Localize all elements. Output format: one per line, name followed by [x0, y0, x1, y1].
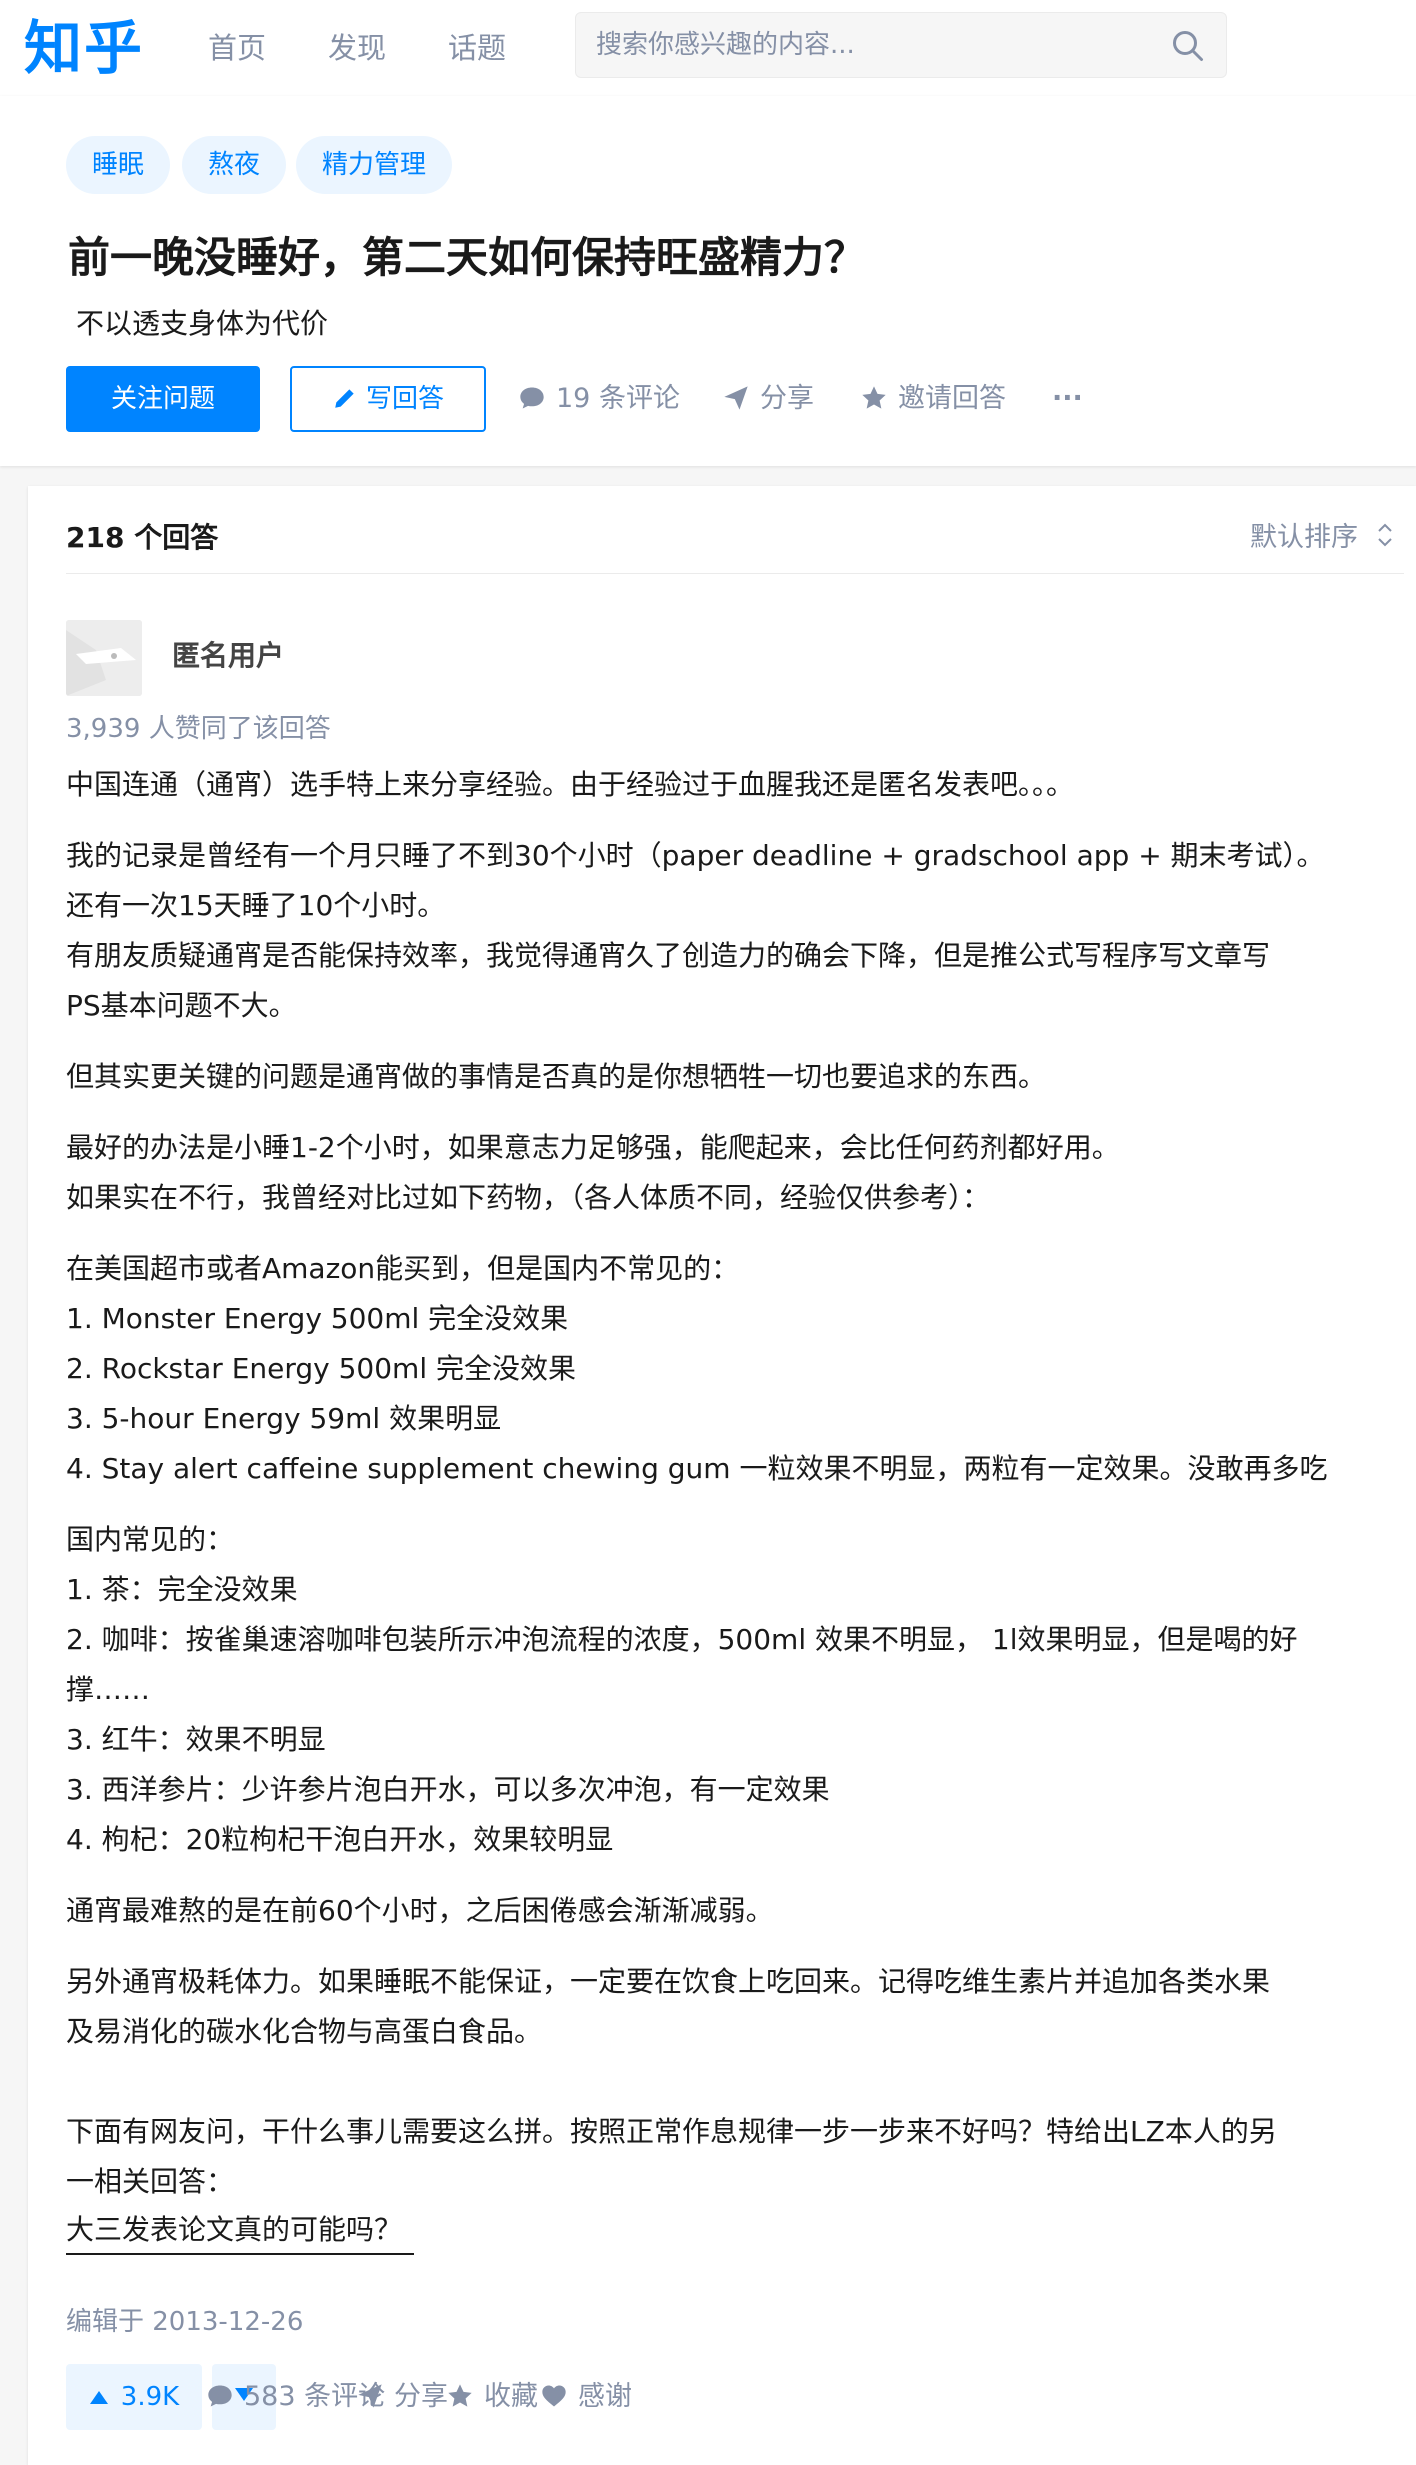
question-comments-label: 19 条评论 [556, 383, 680, 414]
collect-button[interactable]: 收藏 [446, 2364, 538, 2430]
heart-icon [542, 2385, 566, 2407]
search-icon[interactable] [1170, 28, 1206, 64]
invite-answer-label: 邀请回答 [898, 383, 1006, 414]
question-title: 前一晚没睡好，第二天如何保持旺盛精力？ [68, 233, 867, 282]
question-header: 睡眠 熬夜 精力管理 前一晚没睡好，第二天如何保持旺盛精力？ 不以透支身体为代价… [0, 96, 1416, 466]
invite-answer-button[interactable]: 邀请回答 [860, 366, 1006, 432]
upvote-button[interactable]: 3.9K [66, 2364, 202, 2430]
answer-paragraph: 但其实更关键的问题是通宵做的事情是否真的是你想牺牲一切也要追求的东西。 [66, 1060, 1047, 1093]
question-comments-button[interactable]: 19 条评论 [518, 366, 680, 432]
answer-paragraph: 下面有网友问，干什么事儿需要这么拼。按照正常作息规律一步一步来不好吗？特给出LZ… [66, 2115, 1277, 2198]
pencil-icon [335, 389, 354, 408]
answer-content: 中国连通（通宵）选手特上来分享经验。由于经验过于血腥我还是匿名发表吧。。。 我的… [66, 760, 1404, 2255]
anonymous-avatar-icon [66, 620, 142, 696]
nav-home[interactable]: 首页 [208, 28, 266, 68]
zhihu-logo[interactable]: 知乎 [24, 8, 144, 88]
search-box [575, 12, 1227, 78]
topic-tag-energy[interactable]: 精力管理 [296, 136, 453, 194]
share-icon [724, 386, 748, 410]
more-options-button[interactable]: ··· [1052, 366, 1083, 432]
question-share-label: 分享 [760, 383, 814, 414]
edited-timestamp[interactable]: 编辑于 2013-12-26 [66, 2302, 303, 2342]
answers-list-header: 218 个回答 默认排序 [66, 516, 1404, 574]
star-icon [862, 386, 886, 409]
answer-paragraph: 国内常见的： 1. 茶：完全没效果 2. 咖啡：按雀巢速溶咖啡包装所示冲泡流程的… [66, 1523, 1298, 1856]
topic-tag-sleep[interactable]: 睡眠 [66, 136, 171, 194]
answer-paragraph: 通宵最难熬的是在前60个小时，之后困倦感会渐渐减弱。 [66, 1894, 774, 1927]
answer-paragraph: 另外通宵极耗体力。如果睡眠不能保证，一定要在饮食上吃回来。记得吃维生素片并追加各… [66, 1965, 1271, 2048]
related-answer-link[interactable]: 大三发表论文真的可能吗？ [66, 2207, 415, 2255]
collect-label: 收藏 [484, 2381, 538, 2412]
avatar[interactable] [66, 620, 142, 696]
nav-topics[interactable]: 话题 [448, 28, 506, 68]
search-input[interactable] [596, 13, 1156, 77]
comment-icon [208, 2385, 232, 2407]
write-answer-button[interactable]: 写回答 [290, 366, 486, 432]
sort-dropdown[interactable]: 默认排序 [1250, 516, 1394, 560]
answer-count: 218 个回答 [66, 521, 219, 554]
vote-summary: 3,939 人赞同了该回答 [66, 714, 331, 744]
share-icon [358, 2384, 382, 2408]
answer-share-label: 分享 [394, 2381, 448, 2412]
nav-discover[interactable]: 发现 [328, 28, 386, 68]
star-icon [448, 2384, 472, 2407]
author-name[interactable]: 匿名用户 [172, 636, 284, 676]
write-answer-label: 写回答 [365, 384, 444, 414]
comment-icon [520, 387, 544, 409]
answer-paragraph: 我的记录是曾经有一个月只睡了不到30个小时（paper deadline + g… [66, 839, 1325, 1022]
answer-paragraph: 中国连通（通宵）选手特上来分享经验。由于经验过于血腥我还是匿名发表吧。。。 [66, 768, 1075, 801]
topic-tag-stay-up[interactable]: 熬夜 [182, 136, 287, 194]
thanks-label: 感谢 [578, 2381, 632, 2412]
answer-share-button[interactable]: 分享 [356, 2364, 448, 2430]
thanks-button[interactable]: 感谢 [540, 2364, 632, 2430]
follow-question-button[interactable]: 关注问题 [66, 366, 260, 432]
sort-label: 默认排序 [1250, 522, 1358, 553]
answers-card: 218 个回答 默认排序 匿名用户 3,939 人赞同了该回答 中国连通（通宵）… [28, 486, 1416, 2465]
triangle-up-icon [89, 2391, 108, 2404]
answer-paragraph: 在美国超市或者Amazon能买到，但是国内不常见的： 1. Monster En… [66, 1252, 1328, 1485]
answer-paragraph: 最好的办法是小睡1-2个小时，如果意志力足够强，能爬起来，会比任何药剂都好用。 … [66, 1131, 1120, 1214]
question-share-button[interactable]: 分享 [722, 366, 814, 432]
question-detail: 不以透支身体为代价 [76, 307, 329, 340]
upvote-count: 3.9K [120, 2382, 180, 2412]
top-navbar: 知乎 首页 发现 话题 [0, 0, 1416, 96]
sort-arrows-icon [1378, 523, 1392, 547]
